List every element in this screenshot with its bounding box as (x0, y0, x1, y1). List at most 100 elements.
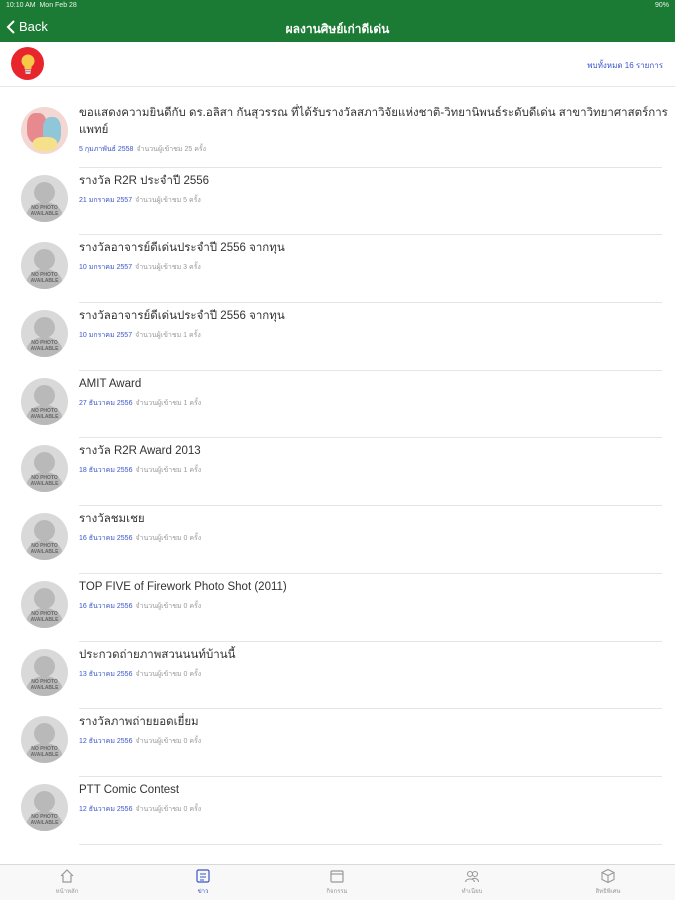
no-photo-label: NO PHOTO AVAILABLE (30, 543, 59, 556)
tab-directory[interactable]: ทำเนียบ (442, 868, 502, 896)
no-photo-placeholder: NO PHOTO AVAILABLE (21, 513, 68, 561)
item-views: จำนวนผู้เข้าชม 0 ครั้ง (135, 670, 202, 678)
item-views: จำนวนผู้เข้าชม 0 ครั้ง (135, 738, 202, 746)
item-meta: 16 ธันวาคม 2556 จำนวนผู้เข้าชม 0 ครั้ง (79, 601, 201, 612)
no-photo-label: NO PHOTO AVAILABLE (30, 204, 59, 217)
item-title: รางวัลชมเชย (79, 513, 145, 526)
item-meta: 12 ธันวาคม 2556 จำนวนผู้เข้าชม 0 ครั้ง (79, 804, 201, 815)
item-date: 21 มกราคม 2557 (79, 196, 133, 204)
item-date: 12 ธันวาคม 2556 (79, 738, 133, 746)
list-item[interactable]: NO PHOTO AVAILABLE รางวัลอาจารย์ดีเด่นประ… (0, 235, 675, 304)
result-count: พบทั้งหมด 16 รายการ (587, 61, 663, 70)
no-photo-label: NO PHOTO AVAILABLE (30, 746, 59, 759)
item-title: รางวัลภาพถ่ายยอดเยี่ยม (79, 716, 199, 729)
item-views: จำนวนผู้เข้าชม 3 ครั้ง (135, 264, 201, 272)
no-photo-label: NO PHOTO AVAILABLE (30, 610, 59, 623)
tab-events-label: กิจกรรม (326, 889, 348, 895)
item-date: 10 มกราคม 2557 (79, 264, 133, 272)
item-meta: 10 มกราคม 2557 จำนวนผู้เข้าชม 1 ครั้ง (79, 330, 201, 341)
item-title: รางวัล R2R ประจำปี 2556 (79, 174, 210, 187)
item-title: รางวัล R2R Award 2013 (79, 445, 201, 458)
list-item[interactable]: NO PHOTO AVAILABLE รางวัล R2R ประจำปี 255… (0, 168, 675, 236)
item-views: จำนวนผู้เข้าชม 1 ครั้ง (135, 467, 202, 475)
item-title: TOP FIVE of Firework Photo Shot (2011) (79, 580, 287, 593)
item-date: 5 กุมภาพันธ์ 2558 (79, 146, 134, 153)
list-item[interactable]: NO PHOTO AVAILABLE รางวัลภาพถ่ายยอดเยี่ยม… (0, 709, 675, 777)
no-photo-label: NO PHOTO AVAILABLE (30, 813, 59, 826)
lightbulb-button[interactable] (11, 47, 44, 80)
list-item[interactable]: NO PHOTO AVAILABLE ประกวดถ่ายภาพสวนนนท์บ้… (0, 642, 675, 710)
lightbulb-icon (21, 54, 34, 74)
status-time: 10:10 AM Mon Feb 28 (6, 2, 77, 9)
home-icon (60, 869, 74, 883)
list-header: พบทั้งหมด 16 รายการ (0, 42, 675, 87)
no-photo-label: NO PHOTO AVAILABLE (30, 407, 59, 420)
item-title: AMIT Award (79, 377, 142, 390)
no-photo-placeholder: NO PHOTO AVAILABLE (21, 174, 68, 222)
no-photo-placeholder: NO PHOTO AVAILABLE (21, 716, 68, 764)
list-item[interactable]: NO PHOTO AVAILABLE รางวัลชมเชย 16 ธันวาคม … (0, 506, 675, 574)
tab-news[interactable]: ข่าว (173, 868, 233, 896)
item-meta: 5 กุมภาพันธ์ 2558 จำนวนผู้เข้าชม 25 ครั้ง (79, 144, 206, 155)
no-photo-label: NO PHOTO AVAILABLE (30, 272, 59, 285)
item-date: 18 ธันวาคม 2556 (79, 467, 133, 475)
item-title: ขอแสดงความยินดีกับ ดร.อลิสา กันสุวรรณ ที… (79, 107, 668, 136)
no-photo-placeholder: NO PHOTO AVAILABLE (21, 310, 68, 358)
thumbnail-image (21, 107, 68, 154)
item-views: จำนวนผู้เข้าชม 5 ครั้ง (135, 196, 201, 204)
item-meta: 27 ธันวาคม 2556 จำนวนผู้เข้าชม 1 ครั้ง (79, 398, 201, 409)
status-bar: 10:10 AM Mon Feb 28 90% (0, 0, 675, 12)
list-item[interactable]: NO PHOTO AVAILABLE TOP FIVE of Firework P… (0, 574, 675, 642)
item-views: จำนวนผู้เข้าชม 1 ครั้ง (135, 399, 202, 407)
no-photo-label: NO PHOTO AVAILABLE (30, 475, 59, 488)
item-date: 27 ธันวาคม 2556 (79, 399, 133, 407)
tab-events[interactable]: กิจกรรม (307, 868, 367, 896)
item-title: PTT Comic Contest (79, 783, 180, 796)
no-photo-placeholder: NO PHOTO AVAILABLE (21, 648, 68, 696)
tab-privileges-label: สิทธิพิเศษ (595, 889, 621, 895)
people-icon (464, 870, 480, 883)
item-date: 13 ธันวาคม 2556 (79, 670, 133, 678)
item-title: รางวัลอาจารย์ดีเด่นประจำปี 2556 จากทุน (79, 242, 285, 255)
item-title: ประกวดถ่ายภาพสวนนนท์บ้านนี้ (79, 648, 236, 661)
box-icon (601, 868, 615, 884)
item-title: รางวัลอาจารย์ดีเด่นประจำปี 2556 จากทุน (79, 310, 285, 323)
item-meta: 10 มกราคม 2557 จำนวนผู้เข้าชม 3 ครั้ง (79, 262, 201, 273)
tab-home-label: หน้าหลัก (55, 889, 79, 895)
nav-bar: Back ผลงานศิษย์เก่าดีเด่น (0, 12, 675, 42)
item-meta: 16 ธันวาคม 2556 จำนวนผู้เข้าชม 0 ครั้ง (79, 533, 201, 544)
list-item[interactable]: NO PHOTO AVAILABLE AMIT Award 27 ธันวาคม 2… (0, 371, 675, 439)
calendar-icon (330, 870, 344, 883)
item-views: จำนวนผู้เข้าชม 1 ครั้ง (135, 332, 201, 340)
item-date: 12 ธันวาคม 2556 (79, 805, 133, 813)
item-views: จำนวนผู้เข้าชม 25 ครั้ง (136, 146, 207, 153)
no-photo-label: NO PHOTO AVAILABLE (30, 678, 59, 691)
tab-directory-label: ทำเนียบ (461, 889, 483, 895)
page-title: ผลงานศิษย์เก่าดีเด่น (285, 22, 390, 36)
status-battery: 90% (654, 2, 669, 9)
tab-privileges[interactable]: สิทธิพิเศษ (578, 868, 638, 896)
list-item[interactable]: NO PHOTO AVAILABLE รางวัล R2R Award 2013 1… (0, 438, 675, 507)
item-date: 16 ธันวาคม 2556 (79, 602, 133, 610)
news-icon (196, 869, 210, 883)
no-photo-placeholder: NO PHOTO AVAILABLE (21, 445, 68, 493)
no-photo-label: NO PHOTO AVAILABLE (30, 340, 59, 353)
item-views: จำนวนผู้เข้าชม 0 ครั้ง (135, 535, 202, 543)
tab-home[interactable]: หน้าหลัก (37, 868, 97, 896)
list-item[interactable]: ขอแสดงความยินดีกับ ดร.อลิสา กันสุวรรณ ที… (0, 100, 675, 168)
item-meta: 18 ธันวาคม 2556 จำนวนผู้เข้าชม 1 ครั้ง (79, 465, 201, 476)
no-photo-placeholder: NO PHOTO AVAILABLE (21, 580, 68, 628)
item-date: 10 มกราคม 2557 (79, 332, 133, 340)
item-meta: 12 ธันวาคม 2556 จำนวนผู้เข้าชม 0 ครั้ง (79, 736, 201, 747)
no-photo-placeholder: NO PHOTO AVAILABLE (21, 242, 68, 290)
no-photo-placeholder: NO PHOTO AVAILABLE (21, 377, 68, 425)
item-views: จำนวนผู้เข้าชม 0 ครั้ง (135, 602, 202, 610)
item-meta: 21 มกราคม 2557 จำนวนผู้เข้าชม 5 ครั้ง (79, 195, 201, 206)
list-item[interactable]: NO PHOTO AVAILABLE รางวัลอาจารย์ดีเด่นประ… (0, 303, 675, 371)
tab-bar: หน้าหลัก ข่าว กิจกรรม ทำเนียบ สิทธิพิเศษ (0, 864, 675, 900)
item-views: จำนวนผู้เข้าชม 0 ครั้ง (135, 805, 202, 813)
item-meta: 13 ธันวาคม 2556 จำนวนผู้เข้าชม 0 ครั้ง (79, 669, 201, 680)
no-photo-placeholder: NO PHOTO AVAILABLE (21, 783, 68, 831)
list-item[interactable]: NO PHOTO AVAILABLE PTT Comic Contest 12 ธั… (0, 777, 675, 845)
item-date: 16 ธันวาคม 2556 (79, 535, 133, 543)
